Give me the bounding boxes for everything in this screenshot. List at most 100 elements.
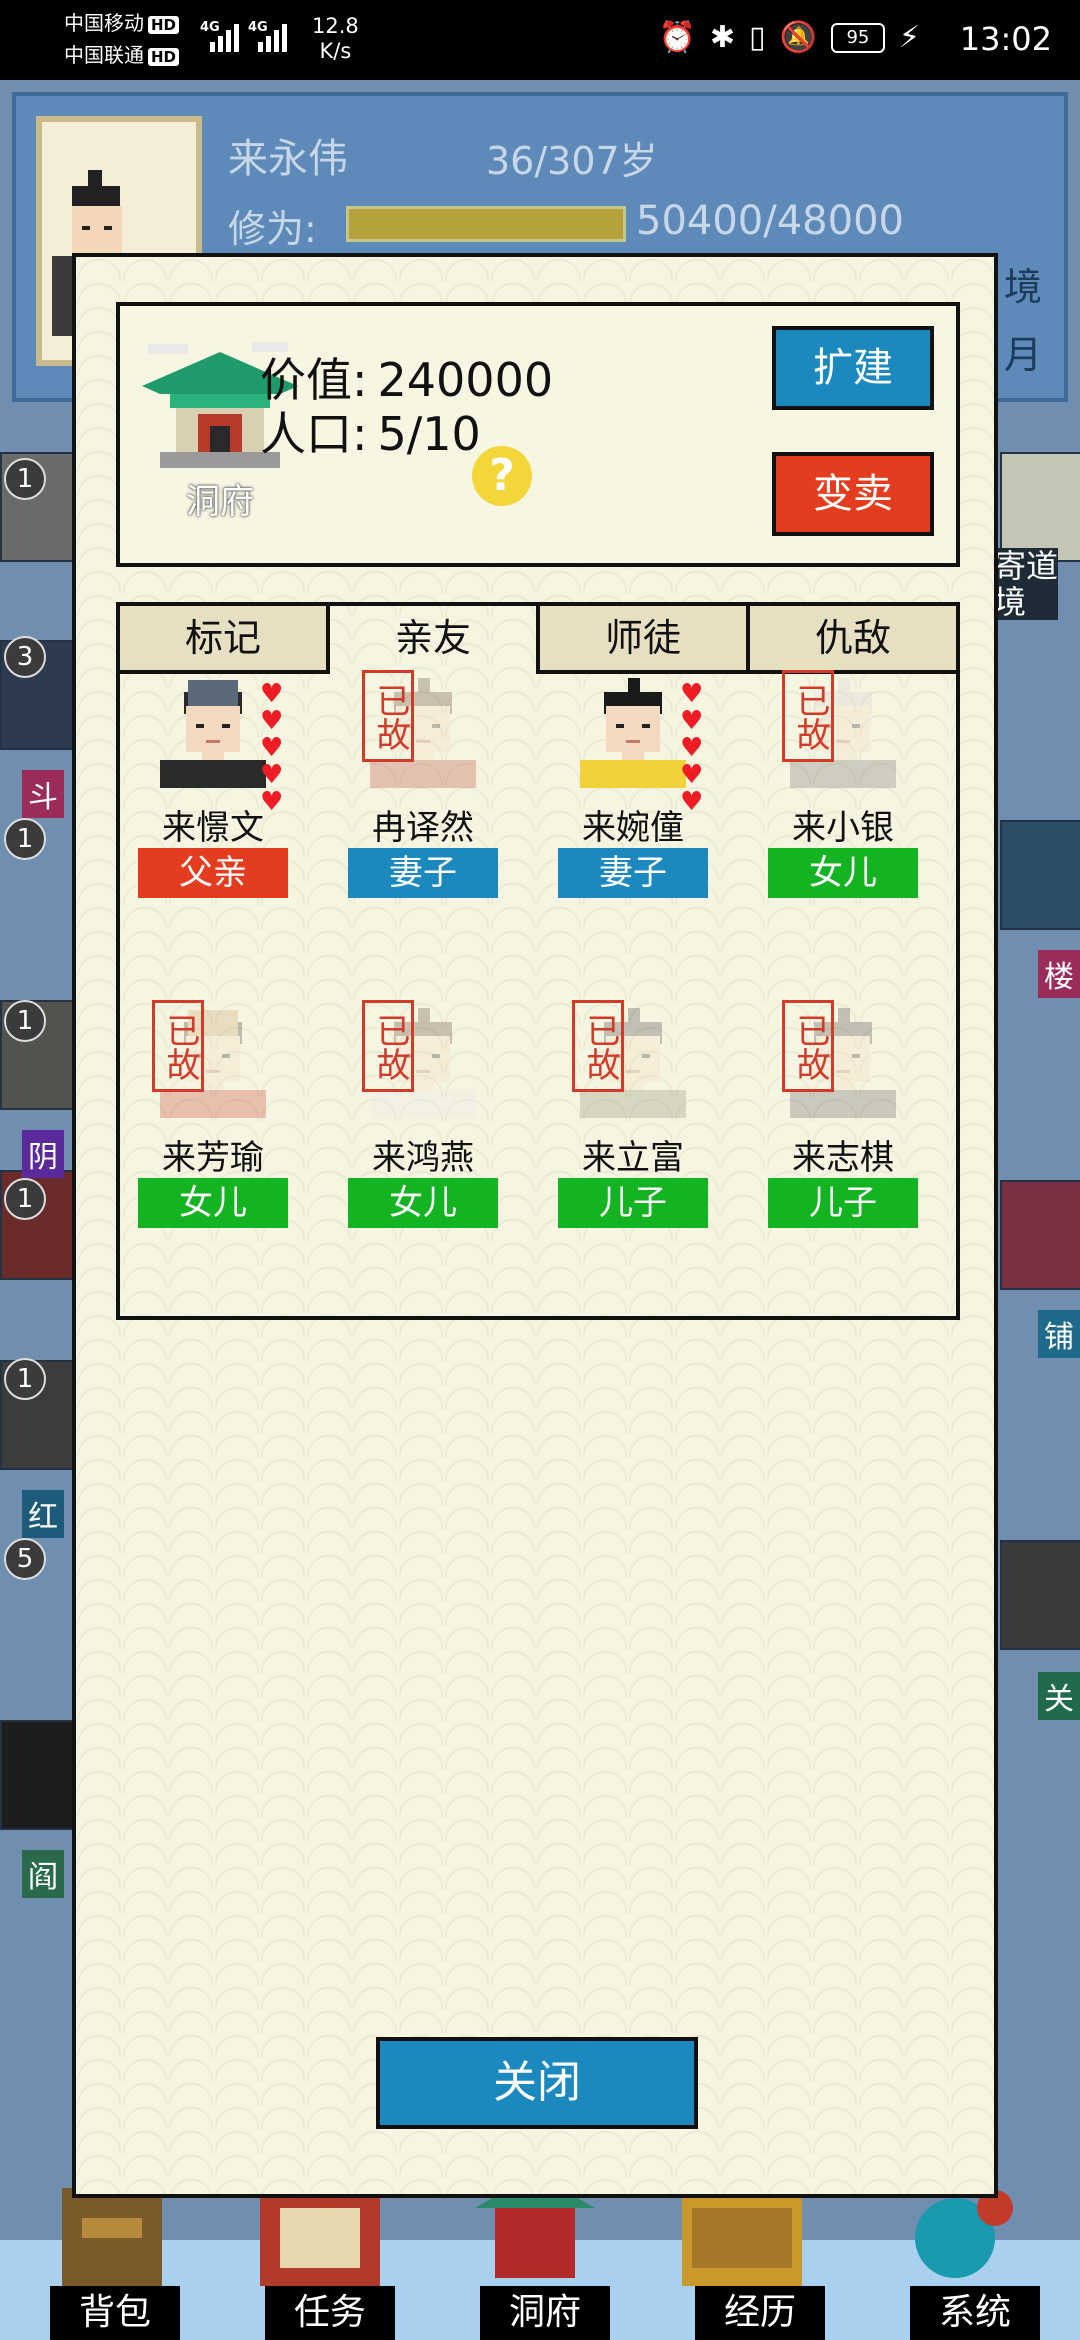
tab-master-disciple[interactable]: 师徒 [536, 602, 746, 674]
relation-badge: 女儿 [348, 1178, 498, 1228]
relative-name: 来鸿燕 [372, 1138, 474, 1178]
relative-name: 来立富 [582, 1138, 684, 1178]
location-label: 阎 [22, 1850, 64, 1898]
location-label: 阴 [22, 1130, 64, 1178]
heart-icon: ♥ [260, 760, 284, 790]
heart-icon: ♥ [260, 679, 284, 709]
background-text: 月 [1003, 333, 1042, 377]
help-icon[interactable]: ? [472, 446, 532, 506]
location-label: 斗 [22, 770, 64, 818]
deceased-stamp: 已故 [362, 1000, 414, 1092]
relative-card[interactable]: ♥ ♥ ♥ ♥ ♥ 来婉僮 妻子 [558, 670, 728, 1000]
signal-icon-1 [210, 18, 239, 52]
relation-badge: 儿子 [768, 1178, 918, 1228]
count-badge: 1 [4, 1000, 46, 1042]
deceased-stamp: 已故 [782, 1000, 834, 1092]
cave-house-dialog: 洞府 价值: 240000 人口: 5/10 ? 扩建 变卖 标记 亲友 师徒 仇敌… [72, 253, 998, 2198]
relative-portrait [580, 678, 686, 788]
count-badge: 1 [4, 458, 46, 500]
location-label: 铺 [1038, 1310, 1080, 1358]
alarm-icon: ⏰ [658, 20, 696, 55]
count-badge: 1 [4, 818, 46, 860]
signal-icon-2 [258, 18, 287, 52]
deceased-stamp: 已故 [362, 670, 414, 762]
population-row: 人口: 5/10 [260, 407, 481, 461]
deceased-stamp: 已故 [572, 1000, 624, 1092]
heart-icon: ♥ [680, 760, 704, 790]
relative-name: 冉译然 [372, 808, 474, 848]
relatives-list[interactable]: ♥ ♥ ♥ ♥ ♥ 来憬文 父亲 已故 冉译然 妻子 ♥ ♥ ♥ ♥ ♥ 来婉僮 妻子 [116, 670, 960, 1320]
nav-tasks[interactable]: 任务 [265, 2286, 395, 2340]
relative-card[interactable]: 已故来立富 儿子 [558, 1000, 728, 1316]
count-badge: 5 [4, 1538, 46, 1580]
cave-house-info: 洞府 价值: 240000 人口: 5/10 ? 扩建 变卖 [116, 302, 960, 567]
player-name: 来永伟 [228, 136, 348, 182]
heart-icon: ♥ [260, 733, 284, 763]
relative-name: 来小银 [792, 808, 894, 848]
heart-icon: ♥ [680, 679, 704, 709]
relation-badge: 女儿 [768, 848, 918, 898]
relative-card[interactable]: 已故来志棋 儿子 [768, 1000, 938, 1316]
mute-icon: 🔕 [779, 20, 817, 55]
heart-icon: ♥ [680, 733, 704, 763]
bluetooth-icon: ✱ [709, 20, 736, 55]
deceased-stamp: 已故 [782, 670, 834, 762]
relation-tabs: 标记 亲友 师徒 仇敌 [116, 602, 960, 674]
relative-card[interactable]: 已故来芳瑜 女儿 [138, 1000, 308, 1316]
cultivation-label: 修为: [228, 207, 317, 251]
close-button[interactable]: 关闭 [376, 2037, 698, 2129]
deceased-stamp: 已故 [152, 1000, 204, 1092]
map-tile [1000, 452, 1080, 562]
count-badge: 3 [4, 636, 46, 678]
nav-history[interactable]: 经历 [695, 2286, 825, 2340]
sell-button[interactable]: 变卖 [772, 452, 934, 536]
cultivation-value: 50400/48000 [636, 198, 904, 244]
tab-marks[interactable]: 标记 [116, 602, 326, 674]
network-speed: 12.8 K/s [312, 14, 359, 63]
location-label: 楼 [1038, 950, 1080, 998]
tab-relatives[interactable]: 亲友 [326, 602, 536, 674]
count-badge: 1 [4, 1178, 46, 1220]
nav-system[interactable]: 系统 [910, 2286, 1040, 2340]
status-bar: 中国移动 HD 中国联通 HD 4G 4G 12.8 K/s ⏰ ✱ ▯ 🔕 95 ⚡… [0, 0, 1080, 80]
relative-name: 来憬文 [162, 808, 264, 848]
heart-icon: ♥ [680, 706, 704, 736]
affinity-hearts: ♥ ♥ ♥ ♥ ♥ [260, 679, 290, 815]
map-tile [1000, 1180, 1080, 1290]
affinity-hearts: ♥ ♥ ♥ ♥ ♥ [680, 679, 710, 815]
heart-icon: ♥ [260, 706, 284, 736]
relation-badge: 妻子 [558, 848, 708, 898]
player-age: 36/307岁 [486, 139, 658, 183]
relative-name: 来芳瑜 [162, 1138, 264, 1178]
carrier-2: 中国联通 HD [64, 44, 180, 66]
clock: 13:02 [959, 20, 1052, 58]
relation-badge: 父亲 [138, 848, 288, 898]
relative-card[interactable]: 已故冉译然 妻子 [348, 670, 518, 1000]
relative-card[interactable]: ♥ ♥ ♥ ♥ ♥ 来憬文 父亲 [138, 670, 308, 1000]
nav-backpack[interactable]: 背包 [50, 2286, 180, 2340]
cultivation-bar [346, 206, 626, 242]
map-tile [1000, 1540, 1080, 1650]
expand-button[interactable]: 扩建 [772, 326, 934, 410]
relation-badge: 妻子 [348, 848, 498, 898]
cave-house-label: 洞府 [186, 482, 254, 522]
relative-portrait [160, 680, 266, 788]
relative-card[interactable]: 已故来鸿燕 女儿 [348, 1000, 518, 1316]
count-badge: 1 [4, 1358, 46, 1400]
location-label: 关 [1038, 1672, 1080, 1720]
background-text: 境 [1003, 265, 1042, 309]
location-label: 红 [22, 1490, 64, 1538]
relation-badge: 女儿 [138, 1178, 288, 1228]
relative-name: 来志棋 [792, 1138, 894, 1178]
carrier-1: 中国移动 HD [64, 12, 180, 34]
charging-icon: ⚡ [898, 20, 920, 55]
vibrate-icon: ▯ [749, 20, 766, 55]
location-label: 寄道境 [993, 547, 1058, 621]
tab-enemies[interactable]: 仇敌 [746, 602, 960, 674]
relation-badge: 儿子 [558, 1178, 708, 1228]
map-tile [1000, 820, 1080, 930]
battery-icon: 95 [830, 22, 885, 53]
nav-cave-house[interactable]: 洞府 [480, 2286, 610, 2340]
relative-name: 来婉僮 [582, 808, 684, 848]
relative-card[interactable]: 已故来小银 女儿 [768, 670, 938, 1000]
